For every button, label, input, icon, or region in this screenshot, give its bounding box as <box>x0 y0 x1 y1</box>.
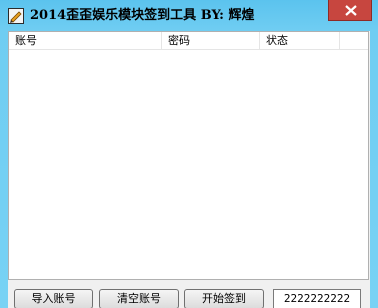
clear-accounts-button[interactable]: 清空账号 <box>99 289 179 308</box>
start-signin-button[interactable]: 开始签到 <box>184 289 264 308</box>
close-button[interactable] <box>328 0 372 21</box>
column-header-account[interactable]: 账号 <box>9 32 162 49</box>
account-list[interactable]: 账号 密码 状态 <box>8 31 369 280</box>
import-accounts-button[interactable]: 导入账号 <box>14 289 93 308</box>
pencil-app-icon <box>8 8 24 24</box>
list-body[interactable] <box>9 50 368 279</box>
column-header-status[interactable]: 状态 <box>260 32 340 49</box>
column-header-password[interactable]: 密码 <box>162 32 260 49</box>
number-input[interactable]: 2222222222 <box>273 289 361 308</box>
client-area: 账号 密码 状态 导入账号 清空账号 开始签到 2222222222 <box>8 31 370 308</box>
main-window: 2014歪歪娱乐模块签到工具 BY: 辉煌 账号 密码 状态 导入账号 清空账号… <box>0 0 378 308</box>
list-header: 账号 密码 状态 <box>9 32 368 50</box>
close-icon <box>345 5 357 16</box>
window-title: 2014歪歪娱乐模块签到工具 BY: 辉煌 <box>30 8 255 23</box>
